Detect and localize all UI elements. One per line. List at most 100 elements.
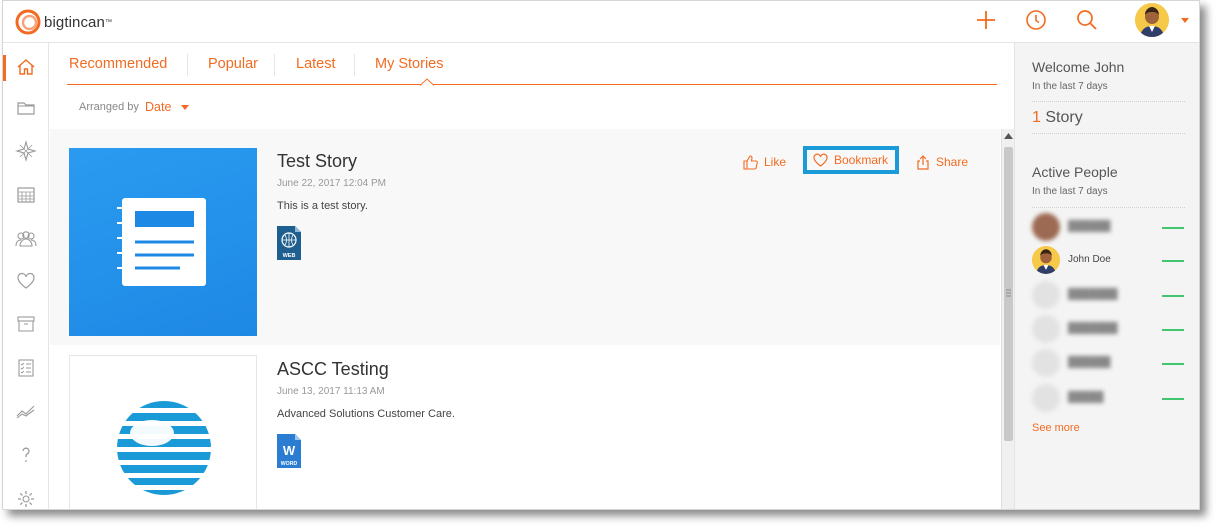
- tab-recommended[interactable]: Recommended: [69, 56, 167, 72]
- nav-explore[interactable]: [3, 135, 49, 167]
- activity-bar: [1162, 295, 1184, 297]
- user-avatar-image: [1135, 3, 1169, 37]
- word-file-icon[interactable]: W WORD: [277, 434, 301, 468]
- story-description: This is a test story.: [277, 200, 368, 212]
- divider: [1032, 101, 1185, 102]
- active-person[interactable]: █████: [1032, 383, 1185, 413]
- activity-bar: [1162, 398, 1184, 400]
- logo-wordmark: bigtincan: [44, 13, 105, 31]
- share-button[interactable]: Share: [916, 150, 968, 174]
- compass-icon: [15, 140, 37, 162]
- divider: [1032, 207, 1185, 208]
- clock-icon[interactable]: [1024, 8, 1048, 32]
- like-label: Like: [764, 155, 787, 169]
- app-window: bigtincan ™ Recommended Popular Latest M…: [2, 0, 1200, 510]
- folder-icon: [17, 102, 35, 115]
- active-people-heading: Active People: [1032, 164, 1118, 180]
- story-thumbnail[interactable]: [69, 148, 257, 336]
- welcome-heading: Welcome John: [1032, 59, 1125, 75]
- top-bar: bigtincan ™: [3, 1, 1199, 43]
- svg-text:W: W: [283, 443, 296, 458]
- person-avatar: [1032, 213, 1060, 241]
- web-file-icon[interactable]: WEB: [277, 226, 301, 260]
- globe-logo-icon: [117, 401, 211, 495]
- story-count[interactable]: 1 Story: [1032, 109, 1083, 127]
- nav-analytics[interactable]: [3, 395, 49, 427]
- story-list: Test Story June 22, 2017 12:04 PM This i…: [50, 129, 1000, 509]
- person-name: ██████: [1068, 357, 1111, 368]
- file-type-label: WORD: [281, 461, 298, 467]
- person-avatar: [1032, 281, 1060, 309]
- story-date: June 22, 2017 12:04 PM: [277, 178, 386, 189]
- story-tabs: Recommended Popular Latest My Stories: [67, 43, 997, 86]
- tab-popular[interactable]: Popular: [208, 56, 258, 72]
- tab-my-stories[interactable]: My Stories: [375, 56, 444, 72]
- nav-content[interactable]: [3, 92, 49, 124]
- active-person[interactable]: ███████: [1032, 280, 1185, 310]
- help-icon: [22, 447, 30, 462]
- heart-icon: [813, 153, 828, 167]
- nav-favorites[interactable]: [3, 265, 49, 297]
- nav-forms[interactable]: [3, 352, 49, 384]
- archive-icon: [17, 316, 35, 332]
- scrollbar-thumb[interactable]: [1004, 147, 1013, 441]
- grip-icon: [1006, 289, 1011, 297]
- activity-bar: [1162, 329, 1184, 331]
- person-name: John Doe: [1068, 254, 1111, 265]
- tab-divider: [274, 54, 275, 76]
- gear-icon: [18, 491, 34, 507]
- like-button[interactable]: Like: [743, 150, 786, 174]
- story-card[interactable]: ASCC Testing June 13, 2017 11:13 AM Adva…: [50, 345, 1000, 509]
- activity-bar: [1162, 227, 1184, 229]
- search-icon[interactable]: [1075, 8, 1099, 32]
- share-icon: [917, 154, 929, 170]
- chevron-down-icon[interactable]: [1179, 14, 1191, 26]
- story-date: June 13, 2017 11:13 AM: [277, 386, 385, 397]
- bookmark-button[interactable]: Bookmark: [803, 146, 900, 174]
- logo-mark-icon: [15, 9, 41, 35]
- active-people-subtitle: In the last 7 days: [1032, 186, 1108, 197]
- story-list-scrollbar[interactable]: [1001, 129, 1014, 509]
- heart-icon: [17, 272, 35, 289]
- analytics-icon: [16, 405, 35, 419]
- nav-help[interactable]: [3, 439, 49, 471]
- home-icon: [17, 59, 35, 75]
- nav-settings[interactable]: [3, 483, 49, 509]
- tab-divider: [354, 54, 355, 76]
- active-person[interactable]: ███████: [1032, 314, 1185, 344]
- see-more-link[interactable]: See more: [1032, 422, 1080, 434]
- nav-home[interactable]: [3, 51, 49, 83]
- logo-trademark: ™: [104, 18, 112, 26]
- main-content: Recommended Popular Latest My Stories Ar…: [50, 43, 1014, 509]
- active-person[interactable]: John Doe: [1032, 245, 1185, 275]
- user-avatar[interactable]: [1135, 3, 1169, 37]
- nav-calendar[interactable]: [3, 179, 49, 211]
- nav-archive[interactable]: [3, 308, 49, 340]
- person-name: ██████: [1068, 221, 1111, 232]
- active-person[interactable]: ██████: [1032, 348, 1185, 378]
- bookmark-label: Bookmark: [834, 153, 889, 167]
- person-avatar: [1032, 349, 1060, 377]
- sort-dropdown[interactable]: Date: [145, 100, 171, 114]
- person-name: ███████: [1068, 289, 1118, 300]
- nav-people[interactable]: [3, 223, 49, 255]
- story-card[interactable]: Test Story June 22, 2017 12:04 PM This i…: [50, 129, 1000, 345]
- scroll-up-arrow-icon[interactable]: [1004, 132, 1013, 140]
- story-title[interactable]: Test Story: [277, 151, 357, 172]
- bigtincan-logo[interactable]: bigtincan ™: [15, 8, 112, 36]
- story-description: Advanced Solutions Customer Care.: [277, 408, 455, 420]
- story-thumbnail[interactable]: [69, 355, 257, 509]
- active-person[interactable]: ██████: [1032, 212, 1185, 242]
- share-label: Share: [936, 155, 969, 169]
- person-avatar-image: [1032, 246, 1060, 274]
- person-avatar: [1032, 246, 1060, 274]
- plus-icon[interactable]: [974, 8, 998, 32]
- tab-selected-indicator: [420, 78, 434, 86]
- activity-bar: [1162, 363, 1184, 365]
- chevron-down-icon[interactable]: [181, 105, 189, 111]
- calendar-icon: [17, 187, 35, 203]
- checklist-icon: [18, 359, 34, 377]
- story-title[interactable]: ASCC Testing: [277, 359, 389, 380]
- tab-latest[interactable]: Latest: [296, 56, 336, 72]
- file-type-label: WEB: [283, 253, 296, 259]
